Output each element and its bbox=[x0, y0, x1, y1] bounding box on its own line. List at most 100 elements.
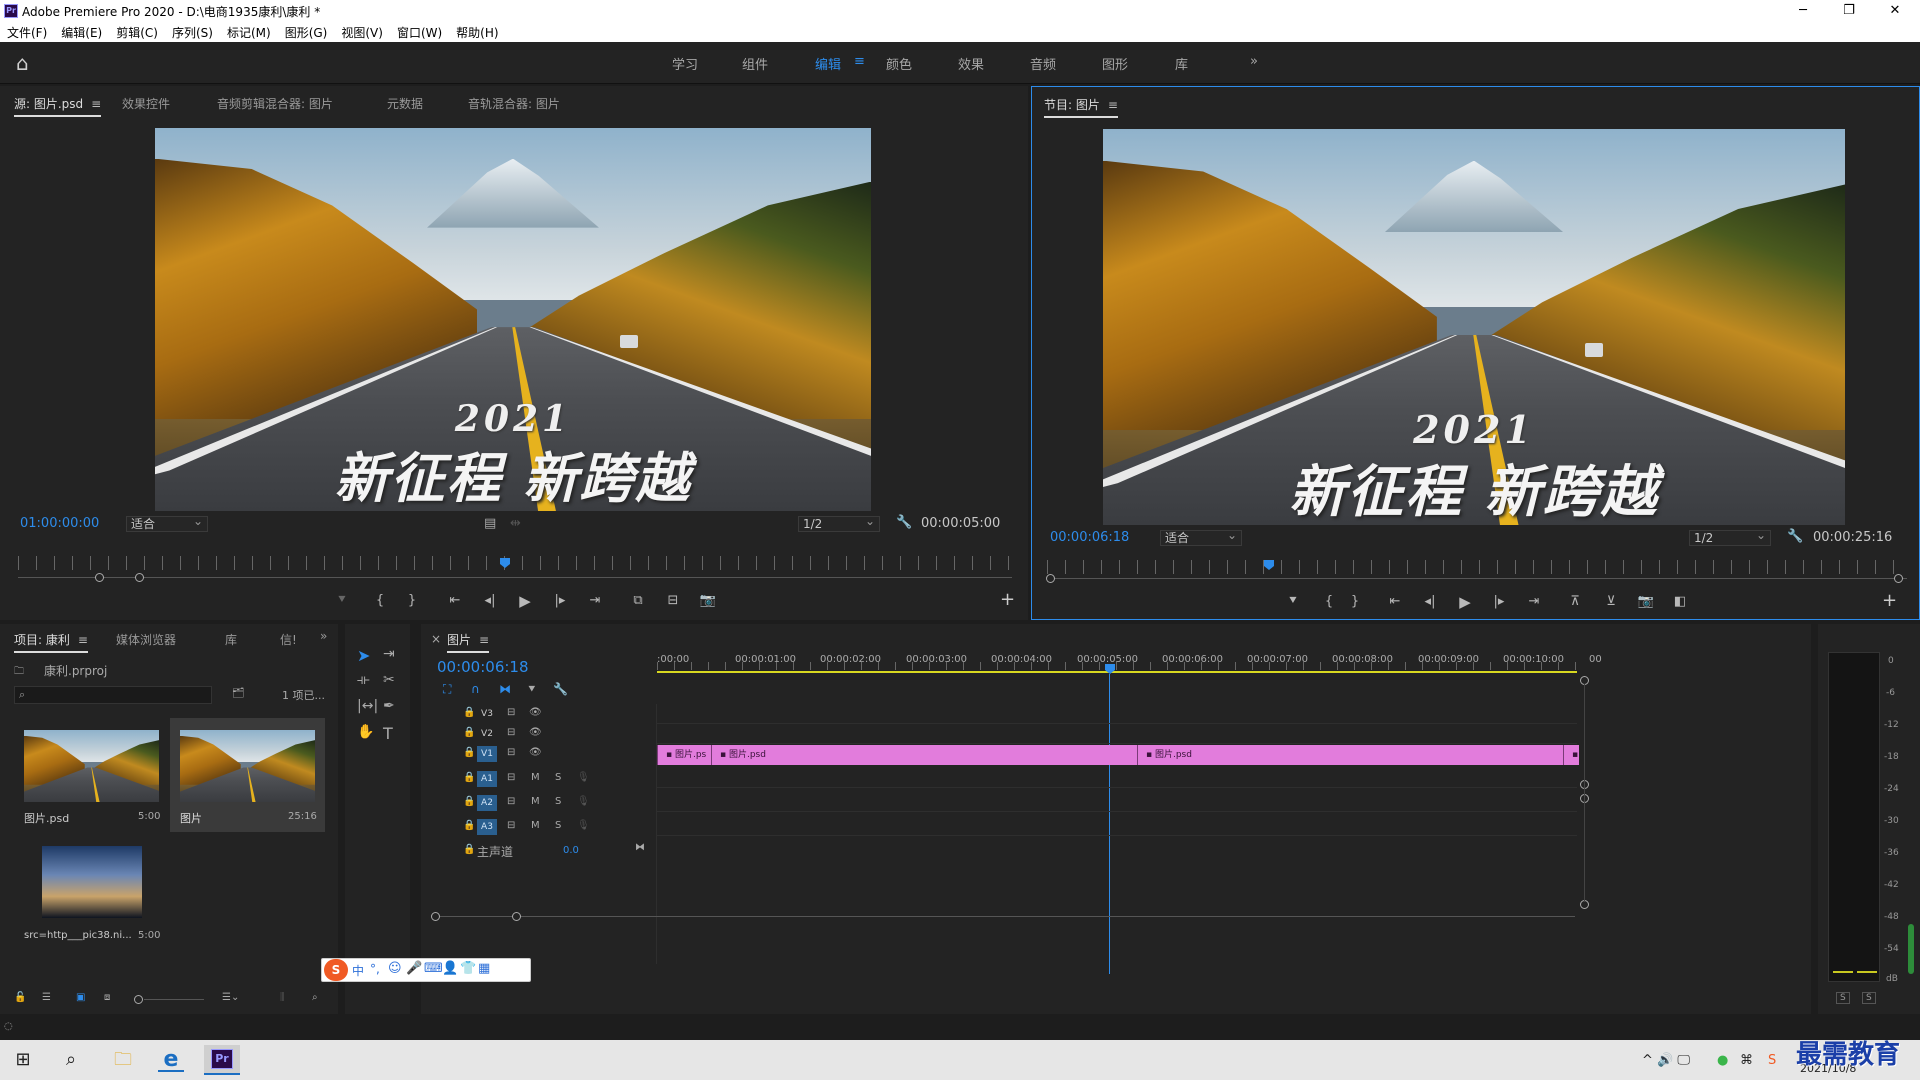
track-lane-a1[interactable] bbox=[657, 768, 1577, 788]
program-button-editor-plus-icon[interactable]: + bbox=[1882, 590, 1897, 611]
program-time-ruler[interactable] bbox=[1047, 560, 1907, 574]
workspace-learn[interactable]: 学习 bbox=[672, 54, 698, 73]
tray-network-icon[interactable]: ⌘ bbox=[1740, 1053, 1753, 1068]
ime-chinese-mode[interactable]: 中 bbox=[352, 962, 364, 979]
program-export-frame-icon[interactable]: 📷 bbox=[1635, 594, 1657, 609]
track-lane-v3[interactable] bbox=[657, 704, 1577, 724]
source-fit-select[interactable]: 适合 bbox=[126, 514, 208, 532]
menu-clip[interactable]: 剪辑(C) bbox=[109, 22, 165, 41]
maximize-button[interactable]: ❐ bbox=[1826, 0, 1872, 22]
timeline-menu-icon[interactable]: ≡ bbox=[479, 633, 489, 647]
emoji-icon[interactable]: ☺ bbox=[388, 961, 402, 976]
program-add-marker-icon[interactable]: ⯆ bbox=[1282, 594, 1304, 609]
snap-icon[interactable]: ∩ bbox=[471, 682, 480, 696]
timeline-close-icon[interactable]: × bbox=[431, 632, 441, 646]
ripple-edit-tool-icon[interactable]: ⟛ bbox=[357, 672, 370, 688]
close-button[interactable]: ✕ bbox=[1872, 0, 1918, 22]
search-icon[interactable]: ⌕ bbox=[58, 1048, 84, 1072]
lock-icon[interactable]: 🔓 bbox=[14, 992, 26, 1003]
hand-tool-icon[interactable]: ✋ bbox=[357, 724, 374, 740]
slip-tool-icon[interactable]: |↔| bbox=[357, 698, 378, 714]
project-item-sky[interactable]: src=http___pic38.ni... 5:00 bbox=[16, 844, 166, 954]
source-timecode[interactable]: 01:00:00:00 bbox=[20, 516, 99, 531]
meter-scroll-handle[interactable] bbox=[1908, 924, 1914, 974]
track-label-a1[interactable]: A1 bbox=[477, 771, 497, 787]
toolbox-icon[interactable]: ▦ bbox=[478, 961, 490, 976]
master-expand-icon[interactable]: ⧓ bbox=[635, 842, 645, 853]
edge-browser-icon[interactable]: e bbox=[158, 1048, 184, 1072]
timeline-marker-icon[interactable]: ⯆ bbox=[527, 682, 537, 697]
button-editor-plus-icon[interactable]: + bbox=[1000, 589, 1015, 610]
automate-icon[interactable]: ⫼ bbox=[280, 992, 285, 1003]
workspace-graphics[interactable]: 图形 bbox=[1102, 54, 1128, 73]
sync-lock-icon[interactable]: ⊟ bbox=[507, 727, 515, 738]
program-step-forward-icon[interactable]: |▸ bbox=[1488, 594, 1510, 609]
type-tool-icon[interactable]: T bbox=[383, 724, 393, 743]
eye-icon[interactable]: 👁 bbox=[529, 707, 542, 718]
program-menu-icon[interactable]: ≡ bbox=[1108, 98, 1118, 112]
lock-track-icon[interactable]: 🔒 bbox=[463, 796, 475, 807]
ime-toolbar[interactable]: S 中 °, ☺ 🎤 ⌨ 👤 👕 ▦ bbox=[321, 958, 531, 982]
timeline-settings-icon[interactable]: 🔧 bbox=[553, 682, 568, 696]
menu-file[interactable]: 文件(F) bbox=[0, 22, 54, 41]
overwrite-clip-icon[interactable]: ⊟ bbox=[662, 593, 684, 608]
menu-window[interactable]: 窗口(W) bbox=[390, 22, 449, 41]
workspace-more-icon[interactable]: » bbox=[1250, 54, 1258, 69]
windows-start-icon[interactable]: ⊞ bbox=[10, 1048, 36, 1072]
timeline-clip[interactable]: ▪ 图片.psd bbox=[711, 745, 1137, 765]
sync-lock-icon[interactable]: ⊟ bbox=[507, 820, 515, 831]
source-video-frame[interactable]: 2021 新征程 新跨越 bbox=[155, 128, 871, 511]
workspace-effects[interactable]: 效果 bbox=[958, 54, 984, 73]
menu-markers[interactable]: 标记(M) bbox=[220, 22, 278, 41]
source-zoom-end-handle[interactable] bbox=[135, 573, 144, 582]
program-zoom-bar[interactable] bbox=[1047, 578, 1907, 579]
step-back-icon[interactable]: ◂| bbox=[479, 593, 501, 608]
timeline-clip[interactable]: ▪ bbox=[1563, 745, 1579, 765]
menu-graphics[interactable]: 图形(G) bbox=[278, 22, 335, 41]
tab-audio-track-mixer[interactable]: 音轨混合器: 图片 bbox=[468, 95, 560, 112]
track-label-v1[interactable]: V1 bbox=[477, 746, 497, 762]
workspace-editing[interactable]: 编辑 bbox=[815, 54, 841, 73]
program-step-back-icon[interactable]: ◂| bbox=[1419, 594, 1441, 609]
solo-button[interactable]: S bbox=[555, 772, 561, 783]
track-lane-a3[interactable] bbox=[657, 816, 1577, 836]
project-search-input[interactable]: ⌕ bbox=[14, 686, 212, 704]
new-bin-icon[interactable]: 🗂 bbox=[232, 688, 245, 699]
selection-tool-icon[interactable]: ➤ bbox=[357, 646, 370, 665]
freeform-view-icon[interactable]: ⧈ bbox=[104, 992, 110, 1003]
track-label-a2[interactable]: A2 bbox=[477, 795, 497, 811]
export-frame-icon[interactable]: 📷 bbox=[697, 593, 719, 608]
menu-edit[interactable]: 编辑(E) bbox=[54, 22, 109, 41]
file-explorer-icon[interactable]: 🗀 bbox=[110, 1048, 136, 1072]
mark-in-icon[interactable]: { bbox=[369, 593, 391, 608]
tab-sequence[interactable]: 图片 ≡ bbox=[447, 631, 490, 653]
sync-lock-icon[interactable]: ⊟ bbox=[507, 707, 515, 718]
sync-lock-icon[interactable]: ⊟ bbox=[507, 747, 515, 758]
mute-button[interactable]: M bbox=[531, 796, 540, 807]
mark-out-icon[interactable]: } bbox=[401, 593, 423, 608]
program-resolution-select[interactable]: 1/2 bbox=[1689, 528, 1771, 546]
timeline-zoom-end-handle[interactable] bbox=[512, 912, 521, 921]
mute-button[interactable]: M bbox=[531, 772, 540, 783]
project-menu-icon[interactable]: ≡ bbox=[78, 633, 88, 647]
tab-media-browser[interactable]: 媒体浏览器 bbox=[116, 631, 176, 648]
ime-punctuation[interactable]: °, bbox=[370, 962, 380, 976]
thumbnail-size-slider[interactable] bbox=[134, 995, 143, 1004]
tab-audio-clip-mixer[interactable]: 音频剪辑混合器: 图片 bbox=[217, 95, 333, 112]
lock-track-icon[interactable]: 🔒 bbox=[463, 772, 475, 783]
step-forward-icon[interactable]: |▸ bbox=[549, 593, 571, 608]
play-icon[interactable]: ▶ bbox=[514, 592, 536, 610]
program-go-to-in-icon[interactable]: ⇤ bbox=[1384, 594, 1406, 609]
program-fit-select[interactable]: 适合 bbox=[1160, 528, 1242, 546]
workspace-assembly[interactable]: 组件 bbox=[742, 54, 768, 73]
menu-view[interactable]: 视图(V) bbox=[334, 22, 390, 41]
eye-icon[interactable]: 👁 bbox=[529, 727, 542, 738]
track-lane-a2[interactable] bbox=[657, 792, 1577, 812]
mute-button[interactable]: M bbox=[531, 820, 540, 831]
extract-icon[interactable]: ⊻ bbox=[1600, 594, 1622, 609]
source-resolution-select[interactable]: 1/2 bbox=[798, 514, 880, 532]
source-zoom-start-handle[interactable] bbox=[95, 573, 104, 582]
source-time-ruler[interactable] bbox=[18, 556, 1012, 570]
program-play-icon[interactable]: ▶ bbox=[1454, 593, 1476, 611]
tray-sogou-icon[interactable]: S bbox=[1768, 1053, 1776, 1068]
